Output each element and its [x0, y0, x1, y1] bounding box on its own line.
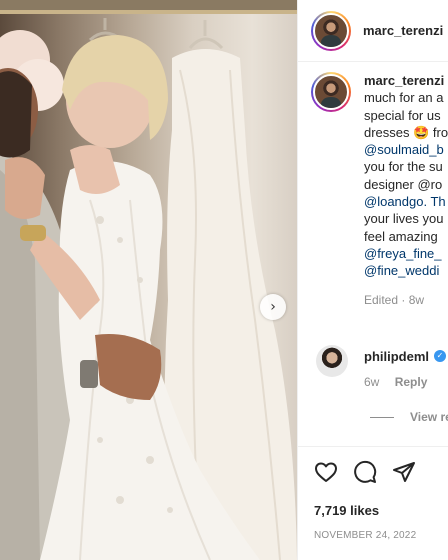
post-photo[interactable]: ›: [0, 0, 297, 560]
caption-line: your lives you: [364, 211, 444, 227]
reply-button[interactable]: Reply: [395, 375, 428, 389]
comment-icon[interactable]: [353, 460, 377, 484]
author-avatar[interactable]: [311, 10, 351, 51]
post-date: NOVEMBER 24, 2022: [314, 530, 417, 541]
caption-line: dresses 🤩 fro: [364, 124, 448, 140]
mention-link[interactable]: @loandgo. Th: [364, 193, 448, 210]
verified-badge-icon: ✓: [434, 350, 446, 362]
view-replies-label[interactable]: View re: [410, 410, 448, 424]
actions-divider: [298, 446, 448, 447]
comment-age: 6w: [364, 375, 380, 389]
mention-link[interactable]: @freya_fine_: [364, 245, 448, 262]
caption-line: much for an a: [364, 90, 444, 106]
chevron-right-icon: ›: [270, 299, 276, 315]
post-actions: [314, 460, 416, 484]
paper-plane-icon[interactable]: [392, 460, 416, 484]
caption-line: special for us: [364, 107, 441, 123]
caption-username[interactable]: marc_terenzi: [364, 73, 444, 88]
view-replies[interactable]: View re: [370, 410, 448, 424]
next-photo-button[interactable]: ›: [260, 294, 286, 320]
mention-link[interactable]: @soulmaid_b: [364, 141, 448, 158]
comment-item: philipdeml ✓ 6w Reply: [316, 345, 446, 389]
likes-count[interactable]: 7,719 likes: [314, 503, 379, 518]
post-caption: marc_terenzi much for an a special for u…: [311, 72, 448, 309]
caption-line: feel amazing: [364, 228, 438, 244]
heart-icon[interactable]: [314, 460, 338, 484]
wedding-photo-illustration: [0, 0, 297, 560]
commenter-avatar[interactable]: [316, 345, 348, 377]
caption-line: you for the su: [364, 159, 443, 175]
post-header: marc_terenzi: [298, 0, 448, 62]
author-username[interactable]: marc_terenzi: [363, 23, 443, 38]
post-side-panel: marc_terenzi marc_terenzi much for an a …: [297, 0, 448, 560]
caption-text: marc_terenzi much for an a special for u…: [364, 72, 448, 309]
edited-timestamp: Edited · 8w: [364, 292, 425, 307]
mention-link[interactable]: @fine_weddi: [364, 262, 448, 279]
caption-author-avatar[interactable]: [311, 72, 351, 112]
replies-divider: [370, 416, 394, 418]
commenter-username[interactable]: philipdeml: [364, 349, 429, 364]
caption-line: designer @ro: [364, 176, 443, 192]
